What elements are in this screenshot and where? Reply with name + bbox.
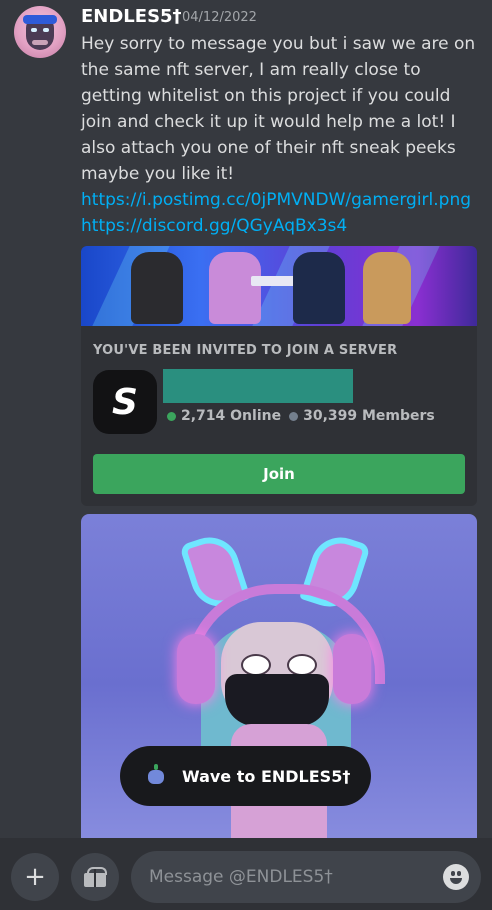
image-link[interactable]: https://i.postimg.cc/0jPMVNDW/gamergirl.…	[81, 190, 471, 210]
message-placeholder: Message @ENDLES5†	[149, 867, 333, 887]
character-eye	[287, 654, 317, 676]
server-name-redacted	[163, 369, 353, 403]
character-eye	[241, 654, 271, 676]
avatar-headband	[23, 15, 57, 24]
character-mask	[225, 674, 329, 726]
banner-character	[209, 252, 261, 324]
server-invite-card: YOU'VE BEEN INVITED TO JOIN A SERVER S 2…	[81, 246, 477, 506]
gift-icon	[84, 867, 107, 887]
wumpus-icon	[144, 764, 168, 788]
headphone-right	[333, 634, 371, 704]
avatar-eye	[43, 28, 49, 32]
members-dot-icon	[289, 411, 299, 421]
server-icon-letter: S	[112, 381, 138, 423]
emoji-icon[interactable]	[443, 864, 469, 890]
banner-character	[131, 252, 183, 324]
plus-icon: +	[24, 862, 46, 892]
avatar-eye	[31, 28, 37, 32]
banner-character	[363, 252, 411, 324]
online-count: 2,714 Online	[181, 408, 282, 424]
message-input[interactable]: Message @ENDLES5†	[131, 851, 481, 903]
wumpus-head	[148, 770, 164, 784]
avatar-mouth	[32, 40, 48, 45]
server-icon[interactable]: S	[93, 370, 157, 434]
join-button[interactable]: Join	[93, 454, 465, 494]
invite-link[interactable]: https://discord.gg/QGyAqBx3s4	[81, 216, 347, 236]
username[interactable]: ENDLES5†	[81, 6, 182, 27]
invite-banner	[81, 246, 477, 326]
members-count: 30,399 Members	[303, 408, 435, 424]
gift-button[interactable]	[71, 853, 119, 901]
server-stats: 2,714 Online 30,399 Members	[167, 408, 435, 424]
banner-character	[293, 252, 345, 324]
wave-label: Wave to ENDLES5†	[182, 766, 351, 786]
invite-title: YOU'VE BEEN INVITED TO JOIN A SERVER	[93, 343, 398, 358]
message-area: ENDLES5† 04/12/2022 Hey sorry to message…	[0, 0, 492, 838]
headphone-left	[177, 634, 215, 704]
user-avatar[interactable]	[14, 6, 66, 58]
message-text: Hey sorry to message you but i saw we ar…	[81, 31, 481, 239]
composer-bar: + Message @ENDLES5†	[0, 838, 492, 910]
online-dot-icon	[167, 411, 176, 421]
message-body: Hey sorry to message you but i saw we ar…	[81, 34, 476, 184]
add-button[interactable]: +	[11, 853, 59, 901]
timestamp: 04/12/2022	[182, 10, 257, 25]
wave-button[interactable]: Wave to ENDLES5†	[120, 746, 371, 806]
